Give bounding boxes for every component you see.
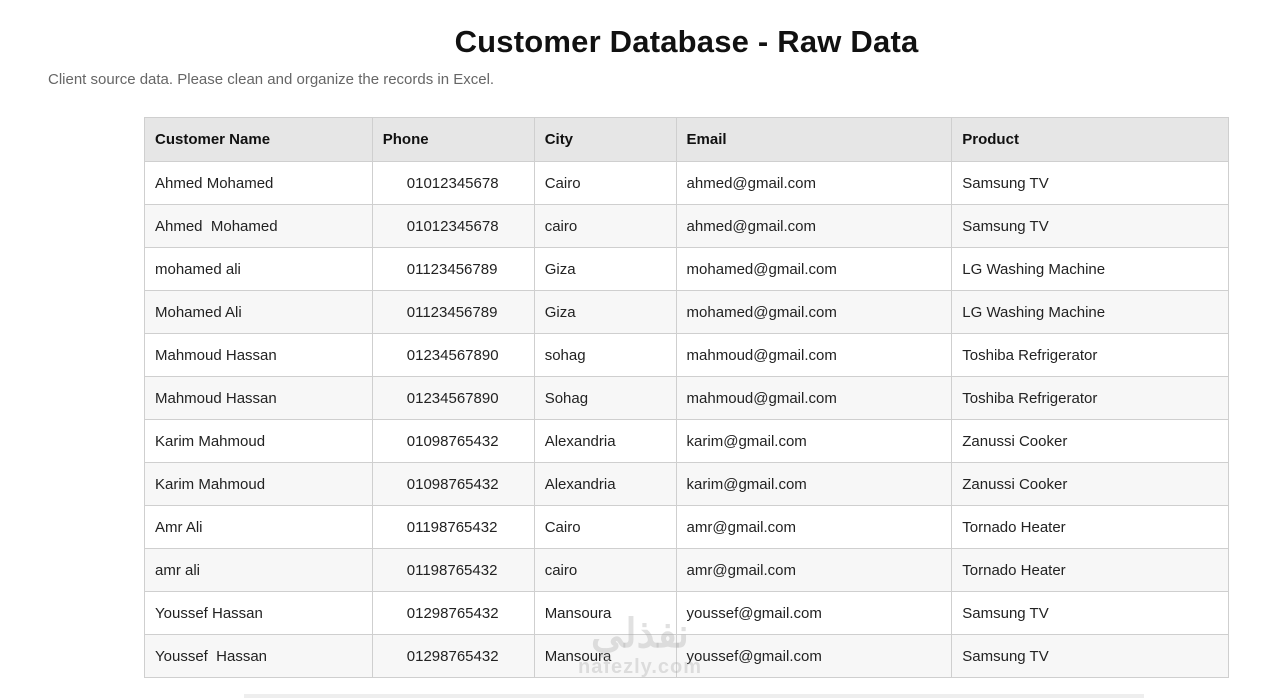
cell-phone: 01123456789 — [371, 247, 535, 291]
cell-city: Mansoura — [533, 591, 677, 635]
cell-phone: 01098765432 — [371, 462, 535, 506]
cell-customer-name: Mahmoud Hassan — [144, 333, 373, 377]
cell-product: LG Washing Machine — [951, 247, 1229, 291]
table-row: Youssef Hassan 01298765432 Mansoura yous… — [144, 634, 1229, 678]
page-subtitle: Client source data. Please clean and org… — [48, 71, 495, 88]
table-row: Mohamed Ali 01123456789 Giza mohamed@gma… — [144, 290, 1229, 334]
page-bottom-divider — [244, 694, 1144, 698]
cell-city: Giza — [533, 290, 677, 334]
cell-phone: 01098765432 — [371, 419, 535, 463]
cell-city: sohag — [533, 333, 677, 377]
table-row: Mahmoud Hassan 01234567890 sohag mahmoud… — [144, 333, 1229, 377]
cell-email: youssef@gmail.com — [675, 591, 953, 635]
cell-phone: 01298765432 — [371, 634, 535, 678]
cell-email: mahmoud@gmail.com — [675, 376, 953, 420]
cell-customer-name: Karim Mahmoud — [144, 419, 373, 463]
header-email: Email — [675, 117, 953, 162]
cell-customer-name: amr ali — [144, 548, 373, 592]
cell-phone: 01234567890 — [371, 376, 535, 420]
page-title: Customer Database - Raw Data — [454, 24, 919, 59]
table-row: amr ali 01198765432 cairo amr@gmail.com … — [144, 548, 1229, 592]
cell-product: Samsung TV — [951, 161, 1229, 205]
cell-email: mohamed@gmail.com — [675, 290, 953, 334]
cell-product: Samsung TV — [951, 204, 1229, 248]
cell-email: ahmed@gmail.com — [675, 204, 953, 248]
cell-phone: 01198765432 — [371, 505, 535, 549]
cell-customer-name: Amr Ali — [144, 505, 373, 549]
cell-customer-name: Mohamed Ali — [144, 290, 373, 334]
cell-email: mohamed@gmail.com — [675, 247, 953, 291]
cell-email: mahmoud@gmail.com — [675, 333, 953, 377]
cell-city: Alexandria — [533, 419, 677, 463]
cell-city: Mansoura — [533, 634, 677, 678]
cell-product: Toshiba Refrigerator — [951, 333, 1229, 377]
cell-customer-name: Karim Mahmoud — [144, 462, 373, 506]
cell-phone: 01012345678 — [371, 161, 535, 205]
table-row: Youssef Hassan 01298765432 Mansoura yous… — [144, 591, 1229, 635]
cell-city: Sohag — [533, 376, 677, 420]
header-phone: Phone — [371, 117, 535, 162]
cell-customer-name: Ahmed Mohamed — [144, 204, 373, 248]
header-city: City — [533, 117, 677, 162]
header-row: Customer Name Phone City Email Product — [144, 117, 1229, 162]
cell-city: Giza — [533, 247, 677, 291]
cell-city: cairo — [533, 204, 677, 248]
table-row: Karim Mahmoud 01098765432 Alexandria kar… — [144, 462, 1229, 506]
cell-customer-name: Youssef Hassan — [144, 591, 373, 635]
table-body: Ahmed Mohamed 01012345678 Cairo ahmed@gm… — [144, 161, 1229, 678]
cell-customer-name: mohamed ali — [144, 247, 373, 291]
cell-email: ahmed@gmail.com — [675, 161, 953, 205]
cell-product: Zanussi Cooker — [951, 462, 1229, 506]
cell-email: karim@gmail.com — [675, 419, 953, 463]
cell-customer-name: Ahmed Mohamed — [144, 161, 373, 205]
customer-table: Customer Name Phone City Email Product A… — [144, 117, 1229, 678]
cell-email: amr@gmail.com — [675, 505, 953, 549]
cell-email: amr@gmail.com — [675, 548, 953, 592]
cell-product: LG Washing Machine — [951, 290, 1229, 334]
table-row: mohamed ali 01123456789 Giza mohamed@gma… — [144, 247, 1229, 291]
cell-city: Cairo — [533, 161, 677, 205]
cell-email: youssef@gmail.com — [675, 634, 953, 678]
cell-customer-name: Youssef Hassan — [144, 634, 373, 678]
table-row: Mahmoud Hassan 01234567890 Sohag mahmoud… — [144, 376, 1229, 420]
header-customer-name: Customer Name — [144, 117, 373, 162]
cell-phone: 01012345678 — [371, 204, 535, 248]
cell-city: cairo — [533, 548, 677, 592]
cell-city: Cairo — [533, 505, 677, 549]
table-row: Amr Ali 01198765432 Cairo amr@gmail.com … — [144, 505, 1229, 549]
cell-phone: 01198765432 — [371, 548, 535, 592]
cell-email: karim@gmail.com — [675, 462, 953, 506]
table-row: Ahmed Mohamed 01012345678 cairo ahmed@gm… — [144, 204, 1229, 248]
cell-customer-name: Mahmoud Hassan — [144, 376, 373, 420]
cell-product: Samsung TV — [951, 634, 1229, 678]
cell-phone: 01298765432 — [371, 591, 535, 635]
header-product: Product — [951, 117, 1229, 162]
cell-product: Samsung TV — [951, 591, 1229, 635]
cell-product: Zanussi Cooker — [951, 419, 1229, 463]
cell-city: Alexandria — [533, 462, 677, 506]
table-row: Karim Mahmoud 01098765432 Alexandria kar… — [144, 419, 1229, 463]
cell-product: Tornado Heater — [951, 505, 1229, 549]
document-page: Customer Database - Raw Data Client sour… — [0, 0, 1273, 698]
cell-product: Tornado Heater — [951, 548, 1229, 592]
cell-product: Toshiba Refrigerator — [951, 376, 1229, 420]
table-row: Ahmed Mohamed 01012345678 Cairo ahmed@gm… — [144, 161, 1229, 205]
cell-phone: 01123456789 — [371, 290, 535, 334]
table-header: Customer Name Phone City Email Product — [144, 117, 1229, 162]
cell-phone: 01234567890 — [371, 333, 535, 377]
